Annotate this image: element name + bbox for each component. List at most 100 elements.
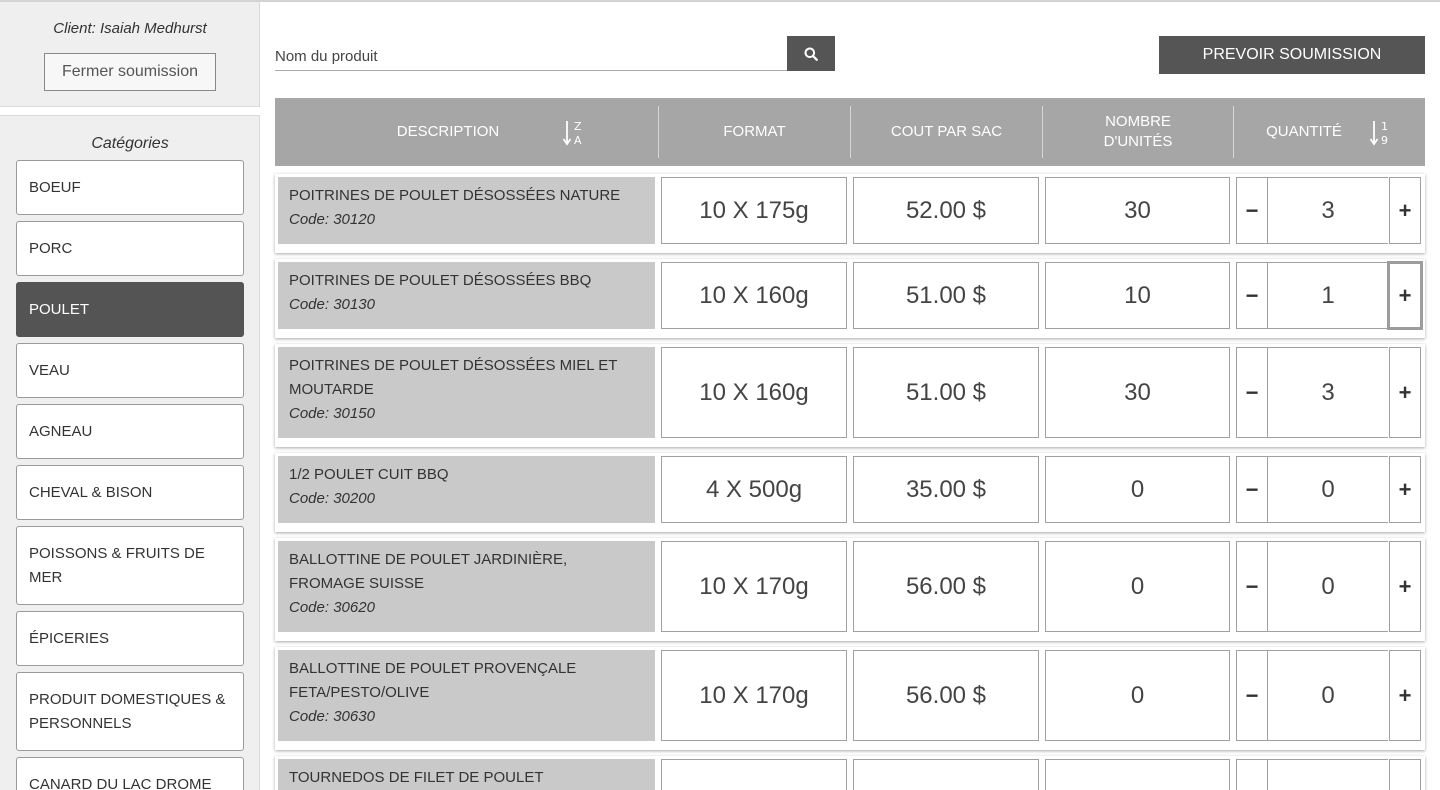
product-name: POITRINES DE POULET DÉSOSSÉES NATURE	[289, 187, 621, 204]
format-cell: 10 X 160g	[661, 262, 847, 329]
quantity-value[interactable]: 0	[1268, 541, 1388, 632]
quantity-value[interactable]: 0	[1268, 456, 1388, 523]
sort-alpha-desc-icon[interactable]: Z A	[562, 118, 588, 148]
quantity-decrement-button[interactable]: −	[1236, 541, 1268, 632]
table-row: BALLOTTINE DE POULET PROVENÇALE FETA/PES…	[275, 647, 1425, 750]
category-item-porc[interactable]: PORC	[16, 221, 244, 276]
category-list: BOEUF PORC POULET VEAU AGNEAU CHEVAL & B…	[16, 160, 244, 790]
product-description: POITRINES DE POULET DÉSOSSÉES MIEL ET MO…	[278, 347, 655, 438]
quantity-value[interactable]: 1	[1268, 262, 1388, 329]
units-cell: 30	[1045, 177, 1230, 244]
quantity-increment-button[interactable]: +	[1389, 456, 1421, 523]
header-cost: COUT PAR SAC	[890, 123, 1003, 140]
table-row: POITRINES DE POULET DÉSOSSÉES MIEL ET MO…	[275, 344, 1425, 447]
format-cell: 4 X 500g	[661, 456, 847, 523]
quantity-increment-button[interactable]	[1389, 759, 1421, 790]
table-row: BALLOTTINE DE POULET JARDINIÈRE, FROMAGE…	[275, 538, 1425, 641]
format-cell	[661, 759, 847, 790]
cost-cell: 56.00 $	[853, 541, 1039, 632]
cost-cell: 51.00 $	[853, 347, 1039, 438]
header-units: NOMBRE D'UNITÉS	[1043, 106, 1233, 158]
search-input[interactable]	[275, 36, 787, 71]
product-description: BALLOTTINE DE POULET PROVENÇALE FETA/PES…	[278, 650, 655, 741]
quantity-value[interactable]: 0	[1268, 650, 1388, 741]
category-item-boeuf[interactable]: BOEUF	[16, 160, 244, 215]
svg-text:Z: Z	[574, 120, 582, 133]
quantity-increment-button[interactable]: +	[1387, 261, 1423, 330]
product-name: BALLOTTINE DE POULET JARDINIÈRE, FROMAGE…	[289, 551, 568, 592]
sort-numeric-asc-icon[interactable]: 1 9	[1369, 118, 1395, 148]
cost-cell: 51.00 $	[853, 262, 1039, 329]
search-icon	[804, 47, 818, 61]
category-item-cheval-bison[interactable]: CHEVAL & BISON	[16, 465, 244, 520]
product-description: TOURNEDOS DE FILET DE POULET	[278, 759, 655, 790]
categories-panel: Catégories BOEUF PORC POULET VEAU AGNEAU…	[0, 115, 260, 790]
search-bar	[275, 36, 835, 71]
svg-text:A: A	[574, 134, 582, 147]
header-units-line1: NOMBRE	[1105, 113, 1171, 130]
product-name: TOURNEDOS DE FILET DE POULET	[289, 769, 544, 786]
table-row: POITRINES DE POULET DÉSOSSÉES BBQ Code: …	[275, 259, 1425, 338]
category-item-poissons[interactable]: POISSONS & FRUITS DE MER	[16, 526, 244, 605]
category-item-poulet[interactable]: POULET	[16, 282, 244, 337]
units-cell: 10	[1045, 262, 1230, 329]
product-name: 1/2 POULET CUIT BBQ	[289, 466, 449, 483]
header-units-line2: D'UNITÉS	[1103, 133, 1173, 150]
header-quantity: QUANTITÉ	[1266, 123, 1342, 140]
format-cell: 10 X 175g	[661, 177, 847, 244]
quantity-decrement-button[interactable]	[1236, 759, 1268, 790]
quantity-value[interactable]: 3	[1268, 347, 1388, 438]
format-cell: 10 X 170g	[661, 650, 847, 741]
product-description: 1/2 POULET CUIT BBQ Code: 30200	[278, 456, 655, 523]
product-name: BALLOTTINE DE POULET PROVENÇALE FETA/PES…	[289, 660, 577, 701]
client-name: Client: Isaiah Medhurst	[53, 20, 207, 37]
category-item-epiceries[interactable]: ÉPICERIES	[16, 611, 244, 666]
product-description: POITRINES DE POULET DÉSOSSÉES NATURE Cod…	[278, 177, 655, 244]
product-description: POITRINES DE POULET DÉSOSSÉES BBQ Code: …	[278, 262, 655, 329]
quantity-value[interactable]	[1268, 759, 1388, 790]
product-code: Code: 30150	[289, 405, 375, 422]
svg-text:1: 1	[1381, 120, 1388, 133]
units-cell: 0	[1045, 456, 1230, 523]
product-code: Code: 30130	[289, 296, 375, 313]
product-code: Code: 30200	[289, 490, 375, 507]
category-item-agneau[interactable]: AGNEAU	[16, 404, 244, 459]
units-cell: 0	[1045, 650, 1230, 741]
category-item-produits-domestiques[interactable]: PRODUIT DOMESTIQUES & PERSONNELS	[16, 672, 244, 751]
client-panel: Client: Isaiah Medhurst Fermer soumissio…	[0, 2, 260, 107]
quantity-decrement-button[interactable]: −	[1236, 347, 1268, 438]
format-cell: 10 X 170g	[661, 541, 847, 632]
product-description: BALLOTTINE DE POULET JARDINIÈRE, FROMAGE…	[278, 541, 655, 632]
units-cell	[1045, 759, 1230, 790]
table-row: 1/2 POULET CUIT BBQ Code: 30200 4 X 500g…	[275, 453, 1425, 532]
quantity-decrement-button[interactable]: −	[1236, 456, 1268, 523]
units-cell: 0	[1045, 541, 1230, 632]
quantity-increment-button[interactable]: +	[1389, 541, 1421, 632]
svg-text:9: 9	[1381, 134, 1388, 147]
category-item-canard[interactable]: CANARD DU LAC DROME	[16, 757, 244, 790]
quantity-decrement-button[interactable]: −	[1236, 177, 1268, 244]
category-item-veau[interactable]: VEAU	[16, 343, 244, 398]
close-submission-button[interactable]: Fermer soumission	[44, 53, 216, 91]
format-cell: 10 X 160g	[661, 347, 847, 438]
cost-cell: 52.00 $	[853, 177, 1039, 244]
cost-cell: 56.00 $	[853, 650, 1039, 741]
table-row: TOURNEDOS DE FILET DE POULET	[275, 756, 1425, 790]
quantity-value[interactable]: 3	[1268, 177, 1388, 244]
quantity-increment-button[interactable]: +	[1389, 177, 1421, 244]
cost-cell: 35.00 $	[853, 456, 1039, 523]
search-button[interactable]	[787, 36, 835, 71]
categories-title: Catégories	[91, 135, 169, 152]
quantity-decrement-button[interactable]: −	[1236, 262, 1268, 329]
quantity-increment-button[interactable]: +	[1389, 650, 1421, 741]
units-cell: 30	[1045, 347, 1230, 438]
header-format: FORMAT	[723, 123, 786, 140]
table-row: POITRINES DE POULET DÉSOSSÉES NATURE Cod…	[275, 174, 1425, 253]
product-code: Code: 30620	[289, 599, 375, 616]
quantity-decrement-button[interactable]: −	[1236, 650, 1268, 741]
cost-cell	[853, 759, 1039, 790]
table-header: DESCRIPTION Z A FORMAT COUT PAR SAC NOMB…	[275, 98, 1425, 166]
product-code: Code: 30630	[289, 708, 375, 725]
preview-submission-button[interactable]: PREVOIR SOUMISSION	[1159, 36, 1425, 74]
quantity-increment-button[interactable]: +	[1389, 347, 1421, 438]
